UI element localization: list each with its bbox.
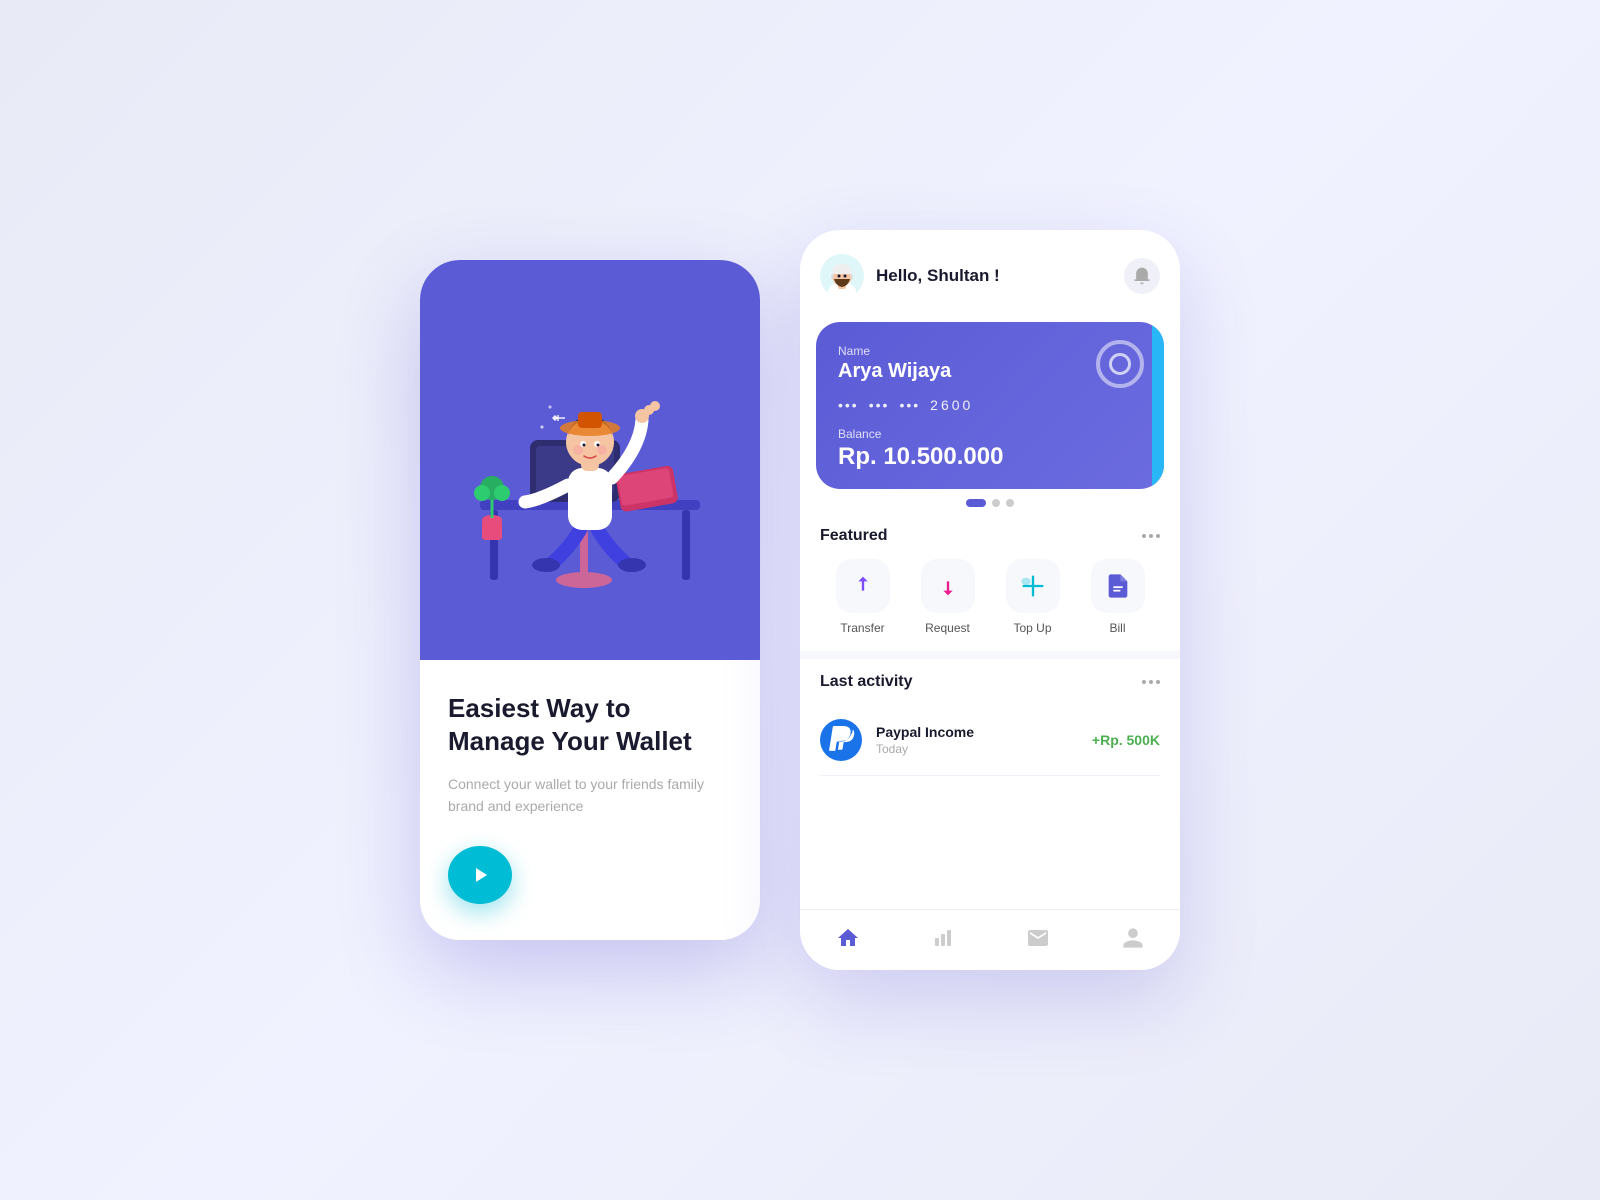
wallet-card[interactable]: Name Arya Wijaya ••• ••• ••• 2600 Balanc…: [816, 322, 1164, 489]
card-balance-amount: Rp. 10.500.000: [838, 443, 1142, 471]
nav-message[interactable]: [1010, 922, 1066, 954]
bill-button[interactable]: Bill: [1091, 559, 1145, 635]
card-dots-1: •••: [838, 397, 859, 413]
nav-profile[interactable]: [1105, 922, 1161, 954]
topup-icon: [1019, 572, 1047, 600]
app-header: Hello, Shultan !: [800, 230, 1180, 310]
card-name-label: Name: [838, 344, 1142, 358]
card-dots-3: •••: [899, 397, 920, 413]
request-icon-wrap: [921, 559, 975, 613]
header-left: Hello, Shultan !: [820, 254, 1000, 298]
chart-icon: [931, 926, 955, 950]
topup-label: Top Up: [1013, 621, 1051, 635]
profile-icon: [1121, 926, 1145, 950]
bill-label: Bill: [1109, 621, 1125, 635]
onboarding-title: Easiest Way to Manage Your Wallet: [448, 692, 732, 757]
phones-container: Easiest Way to Manage Your Wallet Connec…: [420, 230, 1180, 970]
notification-button[interactable]: [1124, 258, 1160, 294]
activity-date: Today: [876, 742, 1078, 756]
activity-info: Paypal Income Today: [876, 724, 1078, 756]
card-tab: [1152, 322, 1164, 489]
dot-1: [966, 499, 986, 507]
card-number: ••• ••• ••• 2600: [838, 397, 1142, 413]
transfer-icon: [849, 572, 877, 600]
activity-name: Paypal Income: [876, 724, 1078, 740]
request-icon: [934, 572, 962, 600]
activity-amount: +Rp. 500K: [1092, 732, 1160, 748]
bell-icon: [1132, 266, 1152, 286]
dot-2: [992, 499, 1000, 507]
content-spacer: [800, 776, 1180, 909]
card-section: Name Arya Wijaya ••• ••• ••• 2600 Balanc…: [800, 310, 1180, 489]
request-button[interactable]: Request: [921, 559, 975, 635]
activity-item[interactable]: Paypal Income Today +Rp. 500K: [820, 705, 1160, 776]
activity-title: Last activity: [820, 673, 912, 691]
nav-chart[interactable]: [915, 922, 971, 954]
featured-title: Featured: [820, 527, 888, 545]
featured-icons: Transfer Request: [820, 559, 1160, 651]
play-icon: [468, 863, 492, 887]
app-screen: Hello, Shultan ! Name Arya Wij: [800, 230, 1180, 970]
onboarding-subtitle: Connect your wallet to your friends fami…: [448, 773, 732, 818]
request-label: Request: [925, 621, 970, 635]
card-dots-2: •••: [869, 397, 890, 413]
nav-home[interactable]: [820, 922, 876, 954]
avatar-image: [820, 254, 864, 298]
message-icon: [1026, 926, 1050, 950]
dot-3: [1006, 499, 1014, 507]
card-number-last: 2600: [930, 397, 973, 413]
phone-left: Easiest Way to Manage Your Wallet Connec…: [420, 260, 760, 940]
activity-more-button[interactable]: [1142, 680, 1160, 684]
play-button[interactable]: [448, 846, 512, 904]
topup-icon-wrap: [1006, 559, 1060, 613]
phone-right: Hello, Shultan ! Name Arya Wij: [800, 230, 1180, 970]
activity-section: Last activity Paypal Income: [800, 659, 1180, 776]
bill-icon-wrap: [1091, 559, 1145, 613]
transfer-icon-wrap: [836, 559, 890, 613]
transfer-label: Transfer: [840, 621, 884, 635]
featured-more-button[interactable]: [1142, 534, 1160, 538]
onboarding-illustration: [420, 260, 760, 660]
card-balance-label: Balance: [838, 427, 1142, 441]
card-dots-indicator: [800, 489, 1180, 513]
paypal-logo: [820, 719, 862, 761]
greeting-text: Hello, Shultan !: [876, 266, 1000, 286]
topup-button[interactable]: Top Up: [1006, 559, 1060, 635]
onboarding-content: Easiest Way to Manage Your Wallet Connec…: [420, 660, 760, 940]
bottom-navigation: [800, 909, 1180, 970]
character-svg: [450, 300, 730, 620]
activity-header: Last activity: [820, 673, 1160, 691]
user-avatar[interactable]: [820, 254, 864, 298]
featured-section: Featured Trans: [800, 513, 1180, 651]
bill-icon: [1104, 572, 1132, 600]
paypal-icon: [827, 726, 855, 754]
featured-header: Featured: [820, 527, 1160, 545]
home-icon: [836, 926, 860, 950]
transfer-button[interactable]: Transfer: [836, 559, 890, 635]
